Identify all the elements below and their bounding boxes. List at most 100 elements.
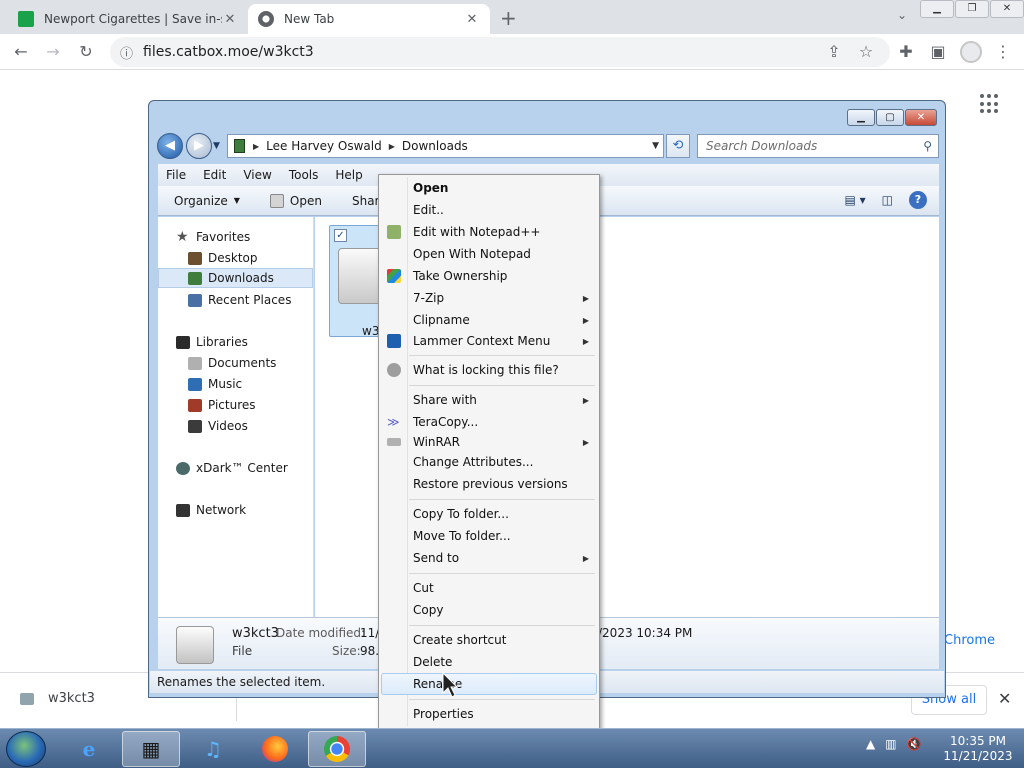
music-player-icon[interactable]: ♫ — [184, 731, 242, 767]
menu-item-move-to-folder[interactable]: Move To folder... — [381, 525, 597, 547]
internet-explorer-icon[interactable]: e — [60, 731, 118, 767]
maximize-icon[interactable]: ▢ — [876, 109, 904, 126]
nav-downloads[interactable]: Downloads — [158, 268, 313, 288]
refresh-icon[interactable]: ⟲ — [666, 134, 690, 158]
customize-chrome-link[interactable]: Chrome — [944, 628, 995, 654]
minimize-icon[interactable]: ▁ — [920, 0, 954, 18]
menu-item-edit-notepad-plus[interactable]: Edit with Notepad++ — [381, 221, 597, 243]
menu-item-properties[interactable]: Properties — [381, 703, 597, 725]
nav-libraries[interactable]: Libraries — [176, 332, 248, 352]
site-info-icon[interactable]: ⓘ — [120, 43, 133, 62]
nav-xdark-center[interactable]: xDark™ Center — [176, 458, 288, 478]
menu-item-change-attributes[interactable]: Change Attributes... — [381, 451, 597, 473]
change-view-icon[interactable]: ▤ ▾ — [844, 193, 865, 207]
menu-item-delete[interactable]: Delete — [381, 651, 597, 673]
tab-search-chevron-icon[interactable]: ⌄ — [897, 8, 907, 22]
reload-icon[interactable]: ↻ — [75, 42, 97, 61]
organize-label: Organize — [174, 193, 228, 208]
tab-new-tab[interactable]: New Tab ✕ — [248, 4, 490, 34]
address-dropdown-icon[interactable]: ▼ — [652, 141, 659, 151]
menu-item-what-is-locking[interactable]: What is locking this file? — [381, 359, 597, 381]
nav-music[interactable]: Music — [188, 374, 242, 394]
menu-item-edit[interactable]: Edit.. — [381, 199, 597, 221]
close-icon[interactable]: ✕ — [998, 689, 1011, 708]
chevron-right-icon[interactable]: ▶ — [389, 142, 395, 151]
nav-videos[interactable]: Videos — [188, 416, 248, 436]
menu-item-open[interactable]: Open — [381, 177, 597, 199]
back-button[interactable]: ◀ — [157, 133, 183, 159]
menu-item-rename[interactable]: Rename — [381, 673, 597, 695]
volume-muted-icon[interactable]: 🔇 — [907, 737, 922, 751]
menu-item-clipname[interactable]: Clipname ▶ — [381, 309, 597, 331]
preview-pane-icon[interactable]: ◫ — [882, 193, 893, 207]
chrome-icon[interactable] — [308, 731, 366, 767]
menu-separator — [409, 573, 595, 574]
recent-pages-chevron-icon[interactable]: ▼ — [213, 141, 220, 151]
submenu-arrow-icon: ▶ — [582, 395, 589, 405]
download-item[interactable]: w3kct3 — [20, 691, 95, 706]
side-panel-icon[interactable]: ▣ — [927, 42, 949, 61]
forward-arrow-icon[interactable]: → — [42, 42, 64, 61]
clock[interactable]: 10:35 PM 11/21/2023 — [938, 734, 1018, 764]
menu-item-create-shortcut[interactable]: Create shortcut — [381, 629, 597, 651]
file-manager-icon[interactable]: ▦ — [122, 731, 180, 767]
breadcrumb-item[interactable]: Downloads — [402, 139, 468, 153]
kebab-menu-icon[interactable]: ⋮ — [992, 42, 1014, 61]
nav-desktop[interactable]: Desktop — [188, 248, 258, 268]
help-icon[interactable]: ? — [909, 191, 927, 209]
search-input[interactable]: Search Downloads ⚲ — [697, 134, 939, 158]
tab-newport[interactable]: Newport Cigarettes | Save in-sto ✕ — [8, 4, 248, 34]
back-arrow-icon[interactable]: ← — [10, 42, 32, 61]
menu-item-lammer-context-menu[interactable]: Lammer Context Menu ▶ — [381, 330, 597, 352]
menu-item-copy[interactable]: Copy — [381, 599, 597, 621]
menu-tools[interactable]: Tools — [289, 168, 319, 182]
nav-network[interactable]: Network — [176, 500, 246, 520]
menu-item-winrar[interactable]: WinRAR ▶ — [381, 431, 597, 453]
nav-favorites[interactable]: ★ Favorites — [176, 227, 250, 247]
breadcrumb-item[interactable]: Lee Harvey Oswald — [266, 139, 382, 153]
forward-button[interactable]: ▶ — [186, 133, 212, 159]
nav-label: Network — [196, 503, 247, 517]
open-button[interactable]: Open — [269, 193, 322, 208]
menu-help[interactable]: Help — [335, 168, 362, 182]
start-orb-icon[interactable] — [6, 731, 46, 767]
menu-view[interactable]: View — [243, 168, 271, 182]
menu-item-take-ownership[interactable]: Take Ownership — [381, 265, 597, 287]
address-breadcrumb[interactable]: ▶ Lee Harvey Oswald ▶ Downloads ▼ — [227, 134, 664, 158]
close-icon[interactable]: ✕ — [222, 12, 238, 27]
search-icon[interactable]: ⚲ — [923, 135, 932, 157]
menu-item-copy-to-folder[interactable]: Copy To folder... — [381, 503, 597, 525]
new-tab-plus-icon[interactable]: + — [500, 6, 517, 30]
close-icon[interactable]: ✕ — [464, 12, 480, 27]
address-bar[interactable]: ⓘ files.catbox.moe/w3kct3 — [110, 37, 890, 67]
menu-item-send-to[interactable]: Send to ▶ — [381, 547, 597, 569]
nav-documents[interactable]: Documents — [188, 353, 276, 373]
nav-recent-places[interactable]: Recent Places — [188, 290, 291, 310]
close-window-icon[interactable]: ✕ — [990, 0, 1024, 18]
menu-item-teracopy[interactable]: ≫ TeraCopy... — [381, 411, 597, 433]
chevron-right-icon[interactable]: ▶ — [253, 142, 259, 151]
close-window-icon[interactable]: ✕ — [905, 109, 937, 126]
google-apps-grid-icon[interactable] — [980, 94, 1000, 114]
extensions-puzzle-icon[interactable]: ✚ — [895, 42, 917, 61]
menu-item-restore-previous-versions[interactable]: Restore previous versions — [381, 473, 597, 495]
menu-edit[interactable]: Edit — [203, 168, 226, 182]
menu-file[interactable]: File — [166, 168, 186, 182]
restore-icon[interactable]: ❐ — [955, 0, 989, 18]
firefox-icon[interactable] — [246, 731, 304, 767]
menu-item-open-with-notepad[interactable]: Open With Notepad — [381, 243, 597, 265]
clock-time: 10:35 PM — [950, 734, 1006, 748]
bookmark-star-icon[interactable]: ☆ — [855, 42, 877, 61]
menu-item-7zip[interactable]: 7-Zip ▶ — [381, 287, 597, 309]
menu-item-share-with[interactable]: Share with ▶ — [381, 389, 597, 411]
menu-item-cut[interactable]: Cut — [381, 577, 597, 599]
organize-button[interactable]: Organize ▼ — [174, 194, 240, 208]
checkbox-icon[interactable]: ✓ — [334, 229, 347, 242]
network-icon — [176, 503, 190, 517]
minimize-icon[interactable]: ▁ — [847, 109, 875, 126]
profile-avatar-icon[interactable] — [960, 41, 982, 63]
show-hidden-icons-icon[interactable]: ▲ — [866, 737, 875, 751]
nav-pictures[interactable]: Pictures — [188, 395, 256, 415]
share-icon[interactable]: ⇪ — [823, 42, 845, 61]
network-icon[interactable]: ▥ — [885, 737, 896, 751]
